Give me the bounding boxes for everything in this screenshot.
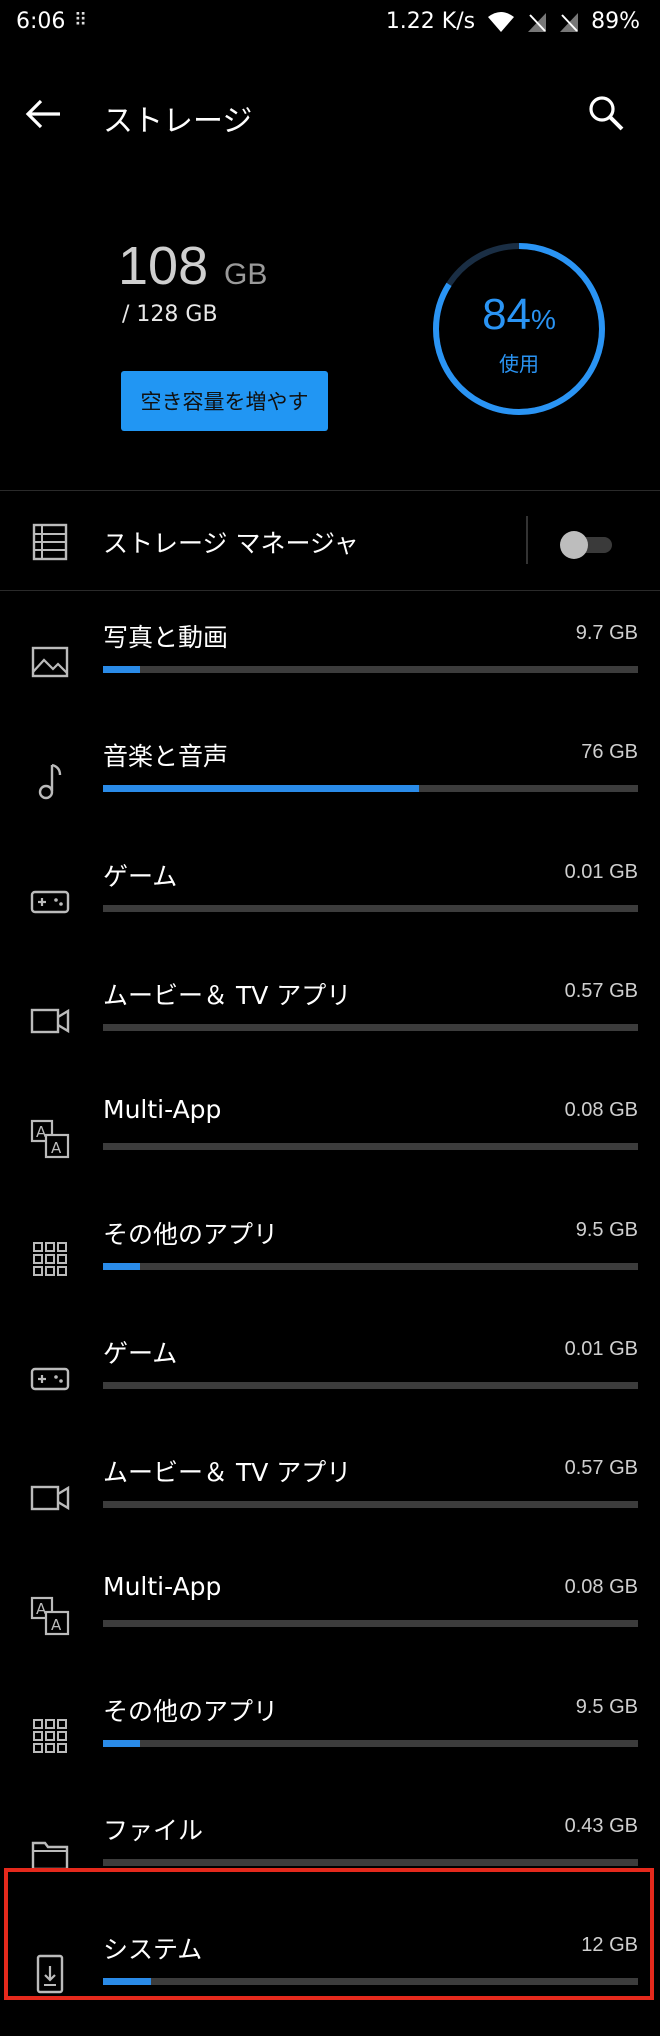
storage-item-bar xyxy=(103,1740,638,1747)
multi-app-icon: AA xyxy=(30,1596,70,1636)
storage-item-bar xyxy=(103,1024,638,1031)
search-icon xyxy=(589,96,624,131)
back-arrow-icon xyxy=(25,99,60,129)
storage-item-label: ゲーム xyxy=(103,862,178,891)
storage-item-bar-fill xyxy=(103,785,419,792)
battery-level: 89% xyxy=(591,9,640,34)
storage-item-label: ゲーム xyxy=(103,1339,178,1368)
storage-item-row[interactable]: システム 12 GB xyxy=(0,1918,660,2036)
storage-item-size: 0.01 GB xyxy=(564,1338,638,1360)
storage-item-size: 76 GB xyxy=(581,741,638,763)
status-time: 6:06 xyxy=(16,9,66,34)
apps-grid-icon xyxy=(33,1242,67,1276)
usage-percent-sign: % xyxy=(531,304,556,335)
used-storage-value: 108 xyxy=(118,236,209,296)
free-up-space-button[interactable]: 空き容量を増やす xyxy=(121,371,328,431)
back-button[interactable] xyxy=(24,94,72,136)
storage-item-label: その他のアプリ xyxy=(103,1697,279,1726)
storage-item-row[interactable]: ムービー＆ TV アプリ 0.57 GB xyxy=(0,964,660,1082)
used-storage-unit: GB xyxy=(224,258,268,291)
storage-item-size: 0.08 GB xyxy=(564,1099,638,1121)
svg-text:A: A xyxy=(51,1616,62,1634)
storage-item-label: ファイル xyxy=(103,1816,204,1845)
storage-item-bar xyxy=(103,785,638,792)
storage-manager-toggle[interactable] xyxy=(558,528,616,560)
storage-item-bar-fill xyxy=(103,1740,141,1747)
storage-item-bar-fill xyxy=(103,1263,141,1270)
storage-item-bar xyxy=(103,1620,638,1627)
image-icon xyxy=(31,646,69,678)
storage-manager-label: ストレージ マネージャ xyxy=(103,529,359,558)
storage-item-size: 12 GB xyxy=(581,1934,638,1956)
usage-percent-value: 84 xyxy=(482,290,532,339)
storage-summary: 108 GB / 128 GB 空き容量を増やす 84% 使用 xyxy=(0,220,660,480)
notification-icon: ⠿ xyxy=(74,10,87,31)
usage-percent: 84% xyxy=(430,290,608,340)
storage-item-size: 0.57 GB xyxy=(564,980,638,1002)
storage-item-size: 9.5 GB xyxy=(575,1219,638,1241)
storage-item-label: その他のアプリ xyxy=(103,1220,279,1249)
storage-item-size: 0.43 GB xyxy=(564,1815,638,1837)
usage-label: 使用 xyxy=(499,352,539,376)
storage-item-bar xyxy=(103,1501,638,1508)
storage-item-label: 写真と動画 xyxy=(103,623,229,652)
divider xyxy=(0,490,660,491)
storage-item-label: ムービー＆ TV アプリ xyxy=(103,1458,352,1487)
storage-item-size: 9.5 GB xyxy=(575,1696,638,1718)
storage-manager-icon xyxy=(32,523,68,561)
gamepad-icon xyxy=(30,1367,70,1391)
network-speed: 1.22 K/s xyxy=(385,9,476,34)
storage-item-label: 音楽と音声 xyxy=(103,742,229,771)
video-camera-icon xyxy=(30,1485,70,1511)
vertical-divider xyxy=(526,516,528,564)
storage-item-size: 0.57 GB xyxy=(564,1457,638,1479)
storage-item-label: ムービー＆ TV アプリ xyxy=(103,981,352,1010)
page-title: ストレージ xyxy=(103,104,253,139)
folder-icon xyxy=(31,1841,69,1871)
storage-item-bar-fill xyxy=(103,666,141,673)
storage-item-row[interactable]: ゲーム 0.01 GB xyxy=(0,845,660,963)
storage-item-row[interactable]: ファイル 0.43 GB xyxy=(0,1799,660,1917)
storage-item-row[interactable]: その他のアプリ 9.5 GB xyxy=(0,1680,660,1798)
storage-item-row[interactable]: ゲーム 0.01 GB xyxy=(0,1322,660,1440)
music-note-icon xyxy=(38,763,62,800)
divider xyxy=(0,590,660,591)
storage-item-size: 0.01 GB xyxy=(564,861,638,883)
total-storage: / 128 GB xyxy=(122,302,218,327)
storage-item-bar xyxy=(103,666,638,673)
storage-item-bar xyxy=(103,1859,638,1866)
storage-item-row[interactable]: 写真と動画 9.7 GB xyxy=(0,606,660,724)
storage-item-label: Multi-App xyxy=(103,1572,222,1601)
storage-item-size: 9.7 GB xyxy=(575,622,638,644)
gamepad-icon xyxy=(30,890,70,914)
storage-item-row[interactable]: 音楽と音声 76 GB xyxy=(0,725,660,843)
toggle-knob xyxy=(560,531,588,559)
storage-item-bar xyxy=(103,1382,638,1389)
storage-manager-row[interactable]: ストレージ マネージャ xyxy=(0,492,660,590)
storage-item-row[interactable]: その他のアプリ 9.5 GB xyxy=(0,1203,660,1321)
wifi-icon xyxy=(488,11,515,32)
storage-item-row[interactable]: A A Multi-App 0.08 GB xyxy=(0,1560,660,1678)
signal-off-icon-2 xyxy=(560,12,579,32)
video-camera-icon xyxy=(30,1008,70,1034)
storage-item-bar xyxy=(103,1263,638,1270)
storage-item-label: Multi-App xyxy=(103,1095,222,1124)
storage-item-label: システム xyxy=(103,1935,203,1964)
search-button[interactable] xyxy=(584,92,634,142)
multi-app-icon: AA xyxy=(30,1119,70,1159)
storage-item-row[interactable]: ムービー＆ TV アプリ 0.57 GB xyxy=(0,1441,660,1559)
system-phone-icon xyxy=(36,1954,64,1994)
status-bar: 6:06 ⠿ 1.22 K/s 89% xyxy=(0,0,660,46)
storage-item-bar-fill xyxy=(103,1978,152,1985)
signal-off-icon xyxy=(528,12,547,32)
status-right: 1.22 K/s 89% xyxy=(386,9,640,34)
storage-item-bar xyxy=(103,1143,638,1150)
svg-text:A: A xyxy=(51,1139,62,1157)
storage-item-row[interactable]: A A Multi-App 0.08 GB xyxy=(0,1083,660,1201)
storage-item-bar xyxy=(103,1978,638,1985)
storage-item-bar xyxy=(103,905,638,912)
app-bar: ストレージ xyxy=(0,80,660,150)
apps-grid-icon xyxy=(33,1719,67,1753)
storage-item-size: 0.08 GB xyxy=(564,1576,638,1598)
